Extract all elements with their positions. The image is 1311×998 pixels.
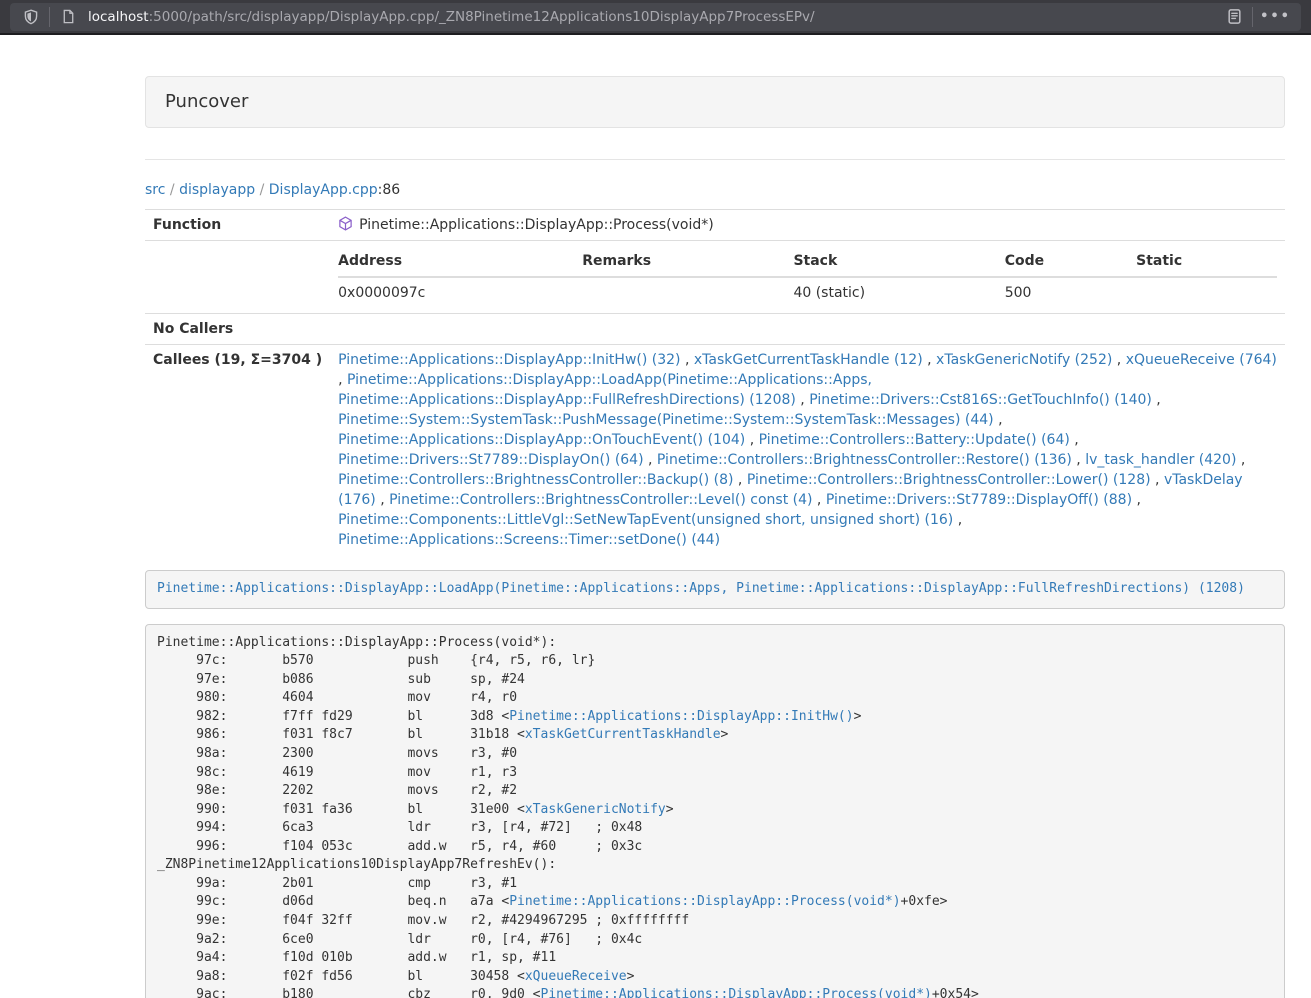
callee-separator: , bbox=[745, 432, 758, 448]
callee-link[interactable]: Pinetime::Applications::DisplayApp::Load… bbox=[338, 372, 872, 408]
no-callers-label: No Callers bbox=[145, 314, 330, 345]
asm-symbol-link[interactable]: Pinetime::Applications::DisplayApp::Init… bbox=[509, 709, 853, 724]
no-callers-row: No Callers bbox=[145, 314, 1285, 345]
callee-link[interactable]: Pinetime::Applications::DisplayApp::OnTo… bbox=[338, 432, 745, 448]
stat-stack: 40 (static) bbox=[793, 277, 1004, 308]
url-host: localhost bbox=[88, 9, 149, 25]
asm-symbol-link[interactable]: xTaskGenericNotify bbox=[525, 802, 666, 817]
function-table: Function Pinetime::Applications::Display… bbox=[145, 209, 1285, 555]
more-menu-icon[interactable]: ••• bbox=[1260, 9, 1291, 24]
callee-link[interactable]: xTaskGenericNotify (252) bbox=[936, 352, 1112, 368]
column-header-address: Address bbox=[338, 246, 582, 277]
url-text: localhost:5000/path/src/displayapp/Displ… bbox=[88, 9, 1223, 25]
callee-link[interactable]: Pinetime::Applications::DisplayApp::Init… bbox=[338, 352, 680, 368]
breadcrumb-line-number: :86 bbox=[378, 182, 401, 198]
callee-link[interactable]: Pinetime::Controllers::BrightnessControl… bbox=[657, 452, 1072, 468]
callee-separator: , bbox=[796, 392, 809, 408]
callee-link[interactable]: xQueueReceive (764) bbox=[1126, 352, 1277, 368]
disassembly-block: Pinetime::Applications::DisplayApp::Proc… bbox=[145, 624, 1285, 998]
callee-separator: , bbox=[681, 352, 694, 368]
callees-row: Callees (19, Σ=3704 ) Pinetime::Applicat… bbox=[145, 345, 1285, 556]
callee-separator: , bbox=[1152, 392, 1161, 408]
breadcrumb-link[interactable]: DisplayApp.cpp bbox=[269, 182, 378, 198]
breadcrumb-link[interactable]: displayapp bbox=[179, 182, 255, 198]
column-header-code: Code bbox=[1005, 246, 1136, 277]
callee-link[interactable]: Pinetime::Drivers::St7789::DisplayOn() (… bbox=[338, 452, 643, 468]
callee-separator: , bbox=[644, 452, 657, 468]
table-row: 0x0000097c 40 (static) 500 bbox=[338, 277, 1277, 308]
shield-icon[interactable] bbox=[20, 6, 42, 28]
callee-link[interactable]: Pinetime::Controllers::BrightnessControl… bbox=[338, 472, 733, 488]
browser-toolbar: localhost:5000/path/src/displayapp/Displ… bbox=[0, 0, 1311, 35]
breadcrumb-link[interactable]: src bbox=[145, 182, 165, 198]
callee-link[interactable]: xTaskGetCurrentTaskHandle (12) bbox=[694, 352, 923, 368]
stat-remarks bbox=[582, 277, 793, 308]
asm-symbol-link[interactable]: Pinetime::Applications::DisplayApp::Proc… bbox=[541, 987, 932, 998]
divider bbox=[145, 159, 1285, 160]
page-title: Puncover bbox=[165, 91, 248, 112]
column-header-static: Static bbox=[1136, 246, 1277, 277]
callee-separator: , bbox=[1112, 352, 1125, 368]
callee-separator: , bbox=[923, 352, 936, 368]
callee-link[interactable]: Pinetime::Controllers::Battery::Update()… bbox=[759, 432, 1070, 448]
callee-separator: , bbox=[1132, 492, 1141, 508]
toolbar-separator bbox=[49, 7, 50, 27]
callees-label: Callees (19, Σ=3704 ) bbox=[145, 345, 330, 556]
breadcrumb-separator: / bbox=[165, 182, 179, 198]
callee-separator: , bbox=[994, 412, 1003, 428]
callee-separator: , bbox=[812, 492, 825, 508]
callee-link[interactable]: lv_task_handler (420) bbox=[1085, 452, 1236, 468]
asm-symbol-link[interactable]: xTaskGetCurrentTaskHandle bbox=[525, 727, 721, 742]
callee-link[interactable]: Pinetime::Components::LittleVgl::SetNewT… bbox=[338, 512, 953, 528]
callee-link[interactable]: Pinetime::Controllers::BrightnessControl… bbox=[389, 492, 812, 508]
app-header: Puncover bbox=[145, 76, 1285, 128]
stat-code: 500 bbox=[1005, 277, 1136, 308]
column-header-stack: Stack bbox=[793, 246, 1004, 277]
loadapp-block: Pinetime::Applications::DisplayApp::Load… bbox=[145, 570, 1285, 609]
callee-link[interactable]: Pinetime::Applications::Screens::Timer::… bbox=[338, 532, 720, 548]
breadcrumb-separator: / bbox=[255, 182, 269, 198]
callee-separator: , bbox=[733, 472, 746, 488]
url-path: :5000/path/src/displayapp/DisplayApp.cpp… bbox=[149, 9, 815, 25]
function-row: Function Pinetime::Applications::Display… bbox=[145, 210, 1285, 241]
column-header-remarks: Remarks bbox=[582, 246, 793, 277]
toolbar-separator bbox=[1252, 7, 1253, 27]
stats-row: Address Remarks Stack Code Static 0x0000… bbox=[145, 241, 1285, 314]
callee-separator: , bbox=[1070, 432, 1079, 448]
breadcrumb: src / displayapp / DisplayApp.cpp:86 bbox=[145, 180, 1285, 200]
callee-link[interactable]: Pinetime::Controllers::BrightnessControl… bbox=[747, 472, 1151, 488]
callees-list: Pinetime::Applications::DisplayApp::Init… bbox=[330, 345, 1285, 556]
callee-separator: , bbox=[1236, 452, 1245, 468]
callee-link[interactable]: Pinetime::Drivers::Cst816S::GetTouchInfo… bbox=[809, 392, 1152, 408]
url-bar[interactable]: localhost:5000/path/src/displayapp/Displ… bbox=[10, 3, 1301, 31]
callee-separator: , bbox=[1072, 452, 1085, 468]
loadapp-link[interactable]: Pinetime::Applications::DisplayApp::Load… bbox=[157, 581, 1245, 596]
callee-separator: , bbox=[953, 512, 962, 528]
stat-address: 0x0000097c bbox=[338, 277, 582, 308]
callee-link[interactable]: Pinetime::Drivers::St7789::DisplayOff() … bbox=[826, 492, 1132, 508]
page-container: Puncover src / displayapp / DisplayApp.c… bbox=[145, 35, 1285, 998]
callee-separator: , bbox=[338, 372, 347, 388]
page-icon[interactable] bbox=[57, 6, 79, 28]
asm-symbol-link[interactable]: xQueueReceive bbox=[525, 969, 627, 984]
stats-table: Address Remarks Stack Code Static 0x0000… bbox=[338, 246, 1277, 308]
asm-symbol-link[interactable]: Pinetime::Applications::DisplayApp::Proc… bbox=[509, 894, 900, 909]
function-name: Pinetime::Applications::DisplayApp::Proc… bbox=[359, 217, 714, 233]
callee-separator: , bbox=[1151, 472, 1164, 488]
function-label: Function bbox=[145, 210, 330, 241]
callee-link[interactable]: Pinetime::System::SystemTask::PushMessag… bbox=[338, 412, 994, 428]
callee-separator: , bbox=[376, 492, 389, 508]
stat-static bbox=[1136, 277, 1277, 308]
reader-mode-icon[interactable] bbox=[1223, 6, 1245, 28]
package-icon bbox=[338, 216, 353, 231]
